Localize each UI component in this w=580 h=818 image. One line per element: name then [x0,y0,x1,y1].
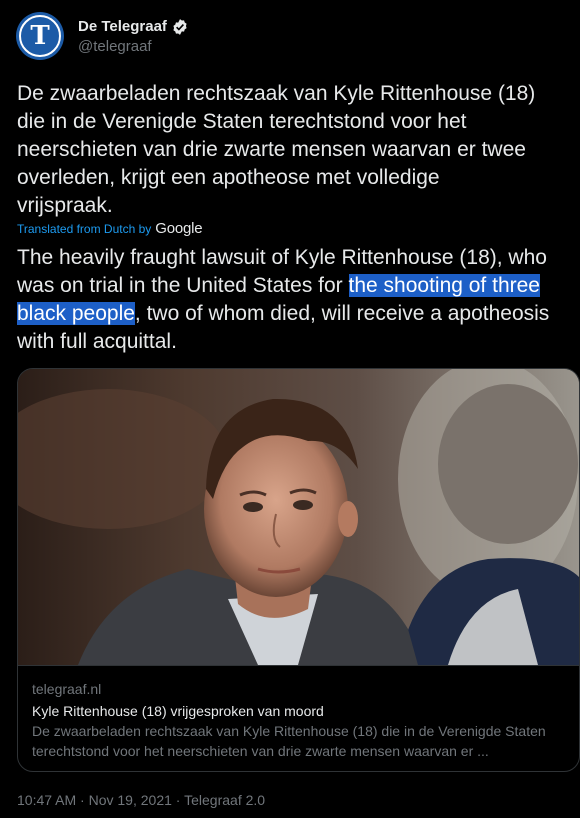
verified-badge-icon [171,18,189,36]
tweet-header: T De Telegraaf @telegraaf [16,12,189,60]
author-display-name[interactable]: De Telegraaf [78,18,167,35]
link-card[interactable]: telegraaf.nl Kyle Rittenhouse (18) vrijg… [17,368,580,772]
translated-by: Translated from Dutch by Google [17,220,203,237]
card-body: telegraaf.nl Kyle Rittenhouse (18) vrijg… [18,665,579,771]
google-logo: Google [155,220,203,237]
card-image [18,369,579,665]
card-title: Kyle Rittenhouse (18) vrijgesproken van … [32,703,324,719]
name-row: De Telegraaf [78,18,189,36]
author-handle[interactable]: @telegraaf [78,38,189,55]
card-description: De zwaarbeladen rechtszaak van Kyle Ritt… [32,723,546,759]
card-photo [18,369,579,665]
tweet-source: Telegraaf 2.0 [184,792,266,808]
tweet-translation: The heavily fraught lawsuit of Kyle Ritt… [17,244,577,356]
card-domain: telegraaf.nl [32,681,102,697]
meta-separator: · [171,792,185,808]
tweet-original-text: De zwaarbeladen rechtszaak van Kyle Ritt… [17,82,536,217]
tweet-date[interactable]: Nov 19, 2021 [89,792,172,808]
avatar[interactable]: T [16,12,64,60]
meta-separator: · [76,792,89,808]
avatar-letter: T [19,15,61,57]
author-names: De Telegraaf @telegraaf [78,18,189,55]
tweet-meta: 10:47 AM · Nov 19, 2021 · Telegraaf 2.0 [17,792,265,808]
translated-from-label[interactable]: Translated from Dutch by [17,222,151,236]
tweet-time[interactable]: 10:47 AM [17,792,76,808]
